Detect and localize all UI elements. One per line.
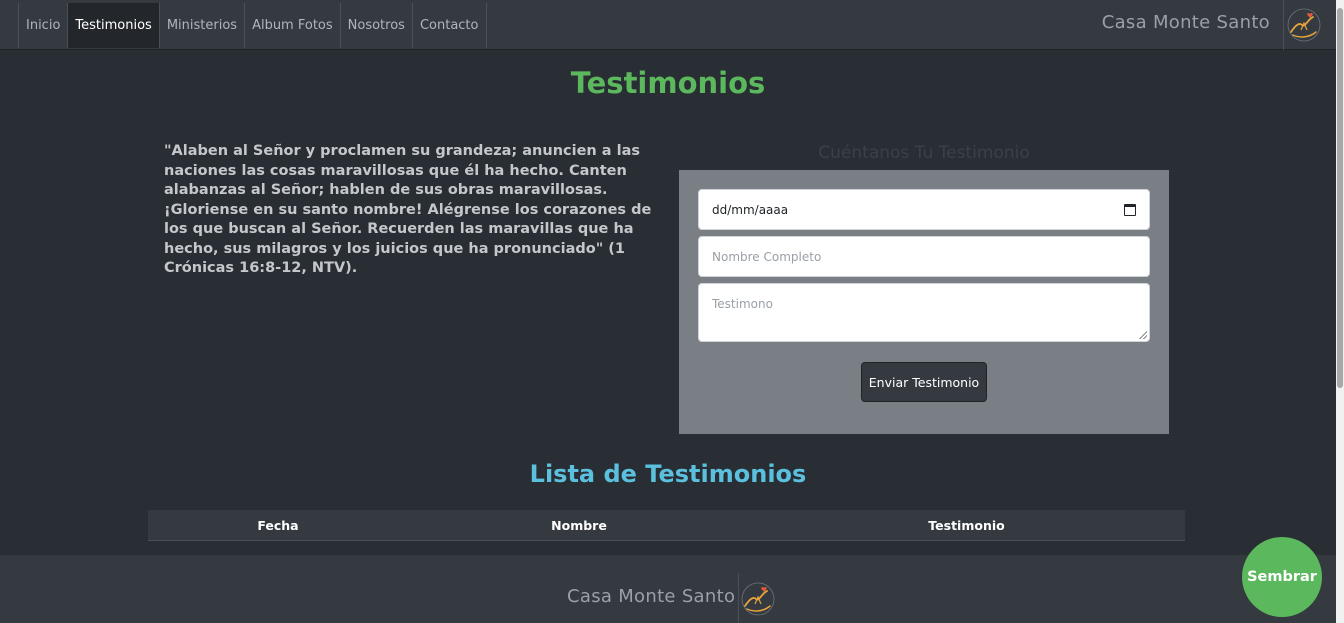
nav-item-nosotros[interactable]: Nosotros — [339, 3, 412, 48]
nav-item-contacto[interactable]: Contacto — [411, 3, 487, 48]
calendar-icon[interactable] — [1124, 203, 1136, 216]
nav-links: Inicio Testimonios Ministerios Album Fot… — [18, 3, 487, 48]
bible-quote: "Alaben al Señor y proclamen su grandeza… — [164, 143, 652, 276]
column-header-nombre: Nombre — [551, 518, 607, 533]
submit-testimony-button[interactable]: Enviar Testimonio — [861, 362, 987, 402]
navbar: Inicio Testimonios Ministerios Album Fot… — [0, 0, 1336, 50]
church-logo-icon[interactable] — [1287, 8, 1321, 42]
page-title: Testimonios — [570, 66, 766, 100]
testimony-placeholder: Testimono — [712, 297, 773, 311]
date-input[interactable]: dd/mm/aaaa — [698, 189, 1150, 230]
footer-brand: Casa Monte Santo — [567, 586, 736, 607]
testimony-table-header: Fecha Nombre Testimonio — [148, 510, 1185, 541]
footer-church-logo-icon — [741, 582, 775, 616]
navbar-brand[interactable]: Casa Monte Santo — [1102, 12, 1270, 33]
testimony-textarea[interactable]: Testimono — [698, 283, 1150, 342]
column-header-fecha: Fecha — [257, 518, 299, 533]
full-name-placeholder: Nombre Completo — [712, 249, 822, 264]
sembrar-button[interactable]: Sembrar — [1242, 537, 1322, 617]
nav-item-testimonios[interactable]: Testimonios — [67, 3, 159, 48]
page-scrollbar[interactable] — [1336, 0, 1344, 623]
date-input-value: dd/mm/aaaa — [712, 202, 789, 217]
nav-item-ministerios[interactable]: Ministerios — [158, 3, 244, 48]
testimony-list-title: Lista de Testimonios — [529, 460, 807, 488]
nav-item-album-fotos[interactable]: Album Fotos — [244, 3, 340, 48]
resize-handle-icon[interactable] — [1139, 331, 1147, 339]
nav-item-inicio[interactable]: Inicio — [18, 3, 67, 48]
footer-divider — [738, 573, 739, 623]
testimony-form: dd/mm/aaaa Nombre Completo Testimono Env… — [679, 170, 1169, 434]
footer: Casa Monte Santo — [0, 555, 1336, 623]
form-heading: Cuéntanos Tu Testimonio — [818, 143, 1030, 163]
brand-divider — [1283, 0, 1284, 50]
column-header-testimonio: Testimonio — [928, 518, 1005, 533]
scrollbar-thumb[interactable] — [1337, 8, 1343, 388]
full-name-input[interactable]: Nombre Completo — [698, 236, 1150, 277]
